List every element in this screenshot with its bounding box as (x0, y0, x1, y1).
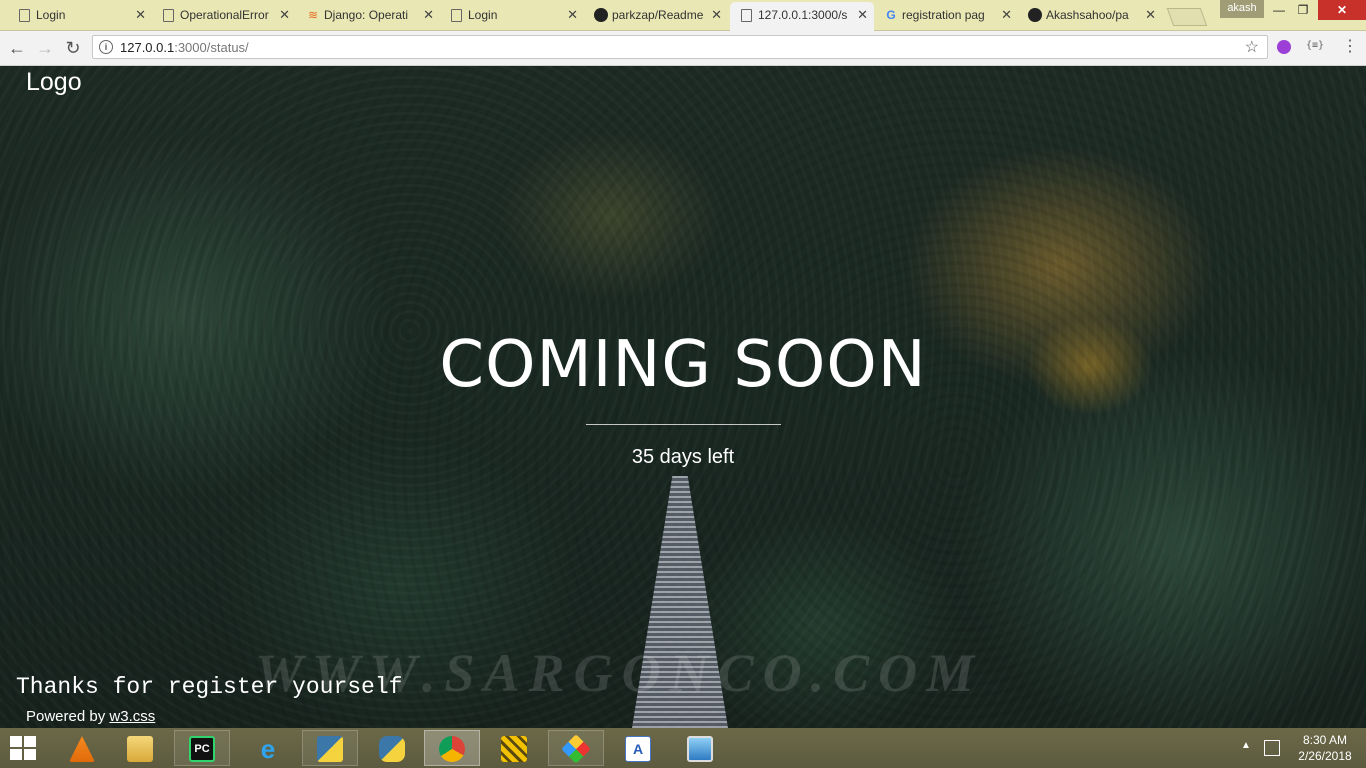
app-icon (501, 736, 527, 762)
browser-toolbar: ← → ↻ i 127.0.0.1:3000/status/ ☆ {≡} ⋮ (0, 31, 1366, 66)
clock-time: 8:30 AM (1302, 733, 1348, 747)
tab-status-page[interactable]: 127.0.0.1:3000/s ✕ (730, 2, 874, 31)
taskbar-chrome[interactable] (424, 730, 480, 766)
close-tab-icon[interactable]: ✕ (711, 2, 722, 28)
maximize-icon[interactable]: ❐ (1292, 0, 1314, 20)
page-background: WWW.SARGONCO.COM Logo COMING SOON 35 day… (0, 66, 1366, 728)
back-arrow-icon[interactable]: ← (6, 37, 28, 59)
tab-strip: Login ✕ OperationalError ✕ ≋ Django: Ope… (0, 0, 1366, 31)
powered-by-label: Powered by (26, 708, 110, 725)
url-host: 127.0.0.1 (120, 40, 175, 55)
new-tab-button[interactable] (1166, 8, 1208, 26)
show-hidden-icons-icon[interactable]: ▲ (1241, 740, 1251, 751)
minimize-icon[interactable]: — (1268, 0, 1290, 20)
stackoverflow-icon: ≋ (307, 8, 319, 22)
w3css-link[interactable]: w3.css (109, 708, 155, 725)
forward-arrow-icon[interactable]: → (34, 37, 56, 59)
close-tab-icon[interactable]: ✕ (567, 2, 578, 28)
tab-operational-error[interactable]: OperationalError ✕ (152, 2, 296, 30)
python-file-icon (317, 736, 343, 762)
system-clock[interactable]: 8:30 AM 2/26/2018 (1290, 732, 1360, 764)
tab-parkzap-readme[interactable]: parkzap/Readme ✕ (584, 2, 728, 30)
taskbar-app-yellow[interactable] (486, 730, 542, 766)
url-path: :3000/status/ (174, 40, 249, 55)
tab-akashsahoo[interactable]: Akashsahoo/pa ✕ (1018, 2, 1162, 30)
profile-badge[interactable]: akash (1220, 0, 1264, 18)
tab-label: 127.0.0.1:3000/s (758, 8, 848, 22)
tab-label: Login (468, 8, 498, 22)
thanks-message: Thanks for register yourself (16, 674, 403, 700)
heading-divider (586, 424, 781, 425)
pycharm-icon: PC (189, 736, 215, 762)
clock-date: 2/26/2018 (1298, 749, 1352, 763)
python-icon (379, 736, 405, 762)
json-extension-icon[interactable]: {≡} (1306, 40, 1324, 51)
reload-icon[interactable]: ↻ (62, 37, 84, 59)
tab-label: Login (36, 8, 66, 22)
tab-login-2[interactable]: Login ✕ (440, 2, 584, 30)
document-icon (19, 9, 30, 22)
taskbar-internet-explorer[interactable]: e (240, 730, 296, 766)
close-window-icon[interactable]: ✕ (1318, 0, 1366, 20)
taskbar-app-tiles[interactable] (548, 730, 604, 766)
tab-login-1[interactable]: Login ✕ (8, 2, 152, 30)
editor-icon: A (625, 736, 651, 762)
menu-kebab-icon[interactable]: ⋮ (1342, 36, 1358, 56)
extension-icon[interactable] (1277, 40, 1291, 54)
tab-label: Akashsahoo/pa (1046, 8, 1129, 22)
tab-registration-page[interactable]: G registration pag ✕ (874, 2, 1018, 30)
info-icon[interactable]: i (99, 40, 113, 54)
site-logo[interactable]: Logo (26, 68, 82, 97)
powered-by-footer: Powered by w3.css (26, 708, 155, 725)
app-tiles-icon (561, 734, 591, 764)
close-tab-icon[interactable]: ✕ (279, 2, 290, 28)
url-text[interactable]: 127.0.0.1:3000/status/ (120, 40, 249, 55)
document-icon (163, 9, 174, 22)
internet-explorer-icon: e (260, 734, 276, 764)
windows-start-icon[interactable] (10, 736, 36, 760)
countdown-text: 35 days left (631, 446, 735, 468)
network-icon[interactable] (1264, 740, 1280, 756)
close-tab-icon[interactable]: ✕ (1001, 2, 1012, 28)
taskbar-app-editor[interactable]: A (610, 730, 666, 766)
chrome-icon (439, 736, 465, 762)
tab-label: Django: Operati (324, 8, 409, 22)
document-icon (741, 9, 752, 22)
tab-django-operational[interactable]: ≋ Django: Operati ✕ (296, 2, 440, 30)
document-icon (451, 9, 462, 22)
close-tab-icon[interactable]: ✕ (423, 2, 434, 28)
tab-label: parkzap/Readme (612, 8, 704, 22)
photos-icon (687, 736, 713, 762)
coming-soon-heading: COMING SOON (439, 328, 927, 402)
bookmark-star-icon[interactable]: ☆ (1245, 37, 1259, 57)
taskbar-pycharm[interactable]: PC (174, 730, 230, 766)
address-bar[interactable]: i 127.0.0.1:3000/status/ ☆ (92, 35, 1268, 59)
taskbar-python-idle[interactable] (364, 730, 420, 766)
tab-label: registration pag (902, 8, 985, 22)
taskbar-python-file[interactable] (302, 730, 358, 766)
vlc-icon (69, 736, 95, 762)
github-icon (594, 8, 608, 22)
taskbar-vlc[interactable] (54, 730, 110, 766)
taskbar-file-explorer[interactable] (112, 730, 168, 766)
folder-icon (127, 736, 153, 762)
taskbar-app-photos[interactable] (672, 730, 728, 766)
close-tab-icon[interactable]: ✕ (135, 2, 146, 28)
windows-taskbar: PC e A ▲ 8:30 AM 2/26/2018 (0, 728, 1366, 768)
close-tab-icon[interactable]: ✕ (857, 2, 868, 28)
github-icon (1028, 8, 1042, 22)
close-tab-icon[interactable]: ✕ (1145, 2, 1156, 28)
google-icon: G (886, 8, 896, 22)
tab-label: OperationalError (180, 8, 269, 22)
